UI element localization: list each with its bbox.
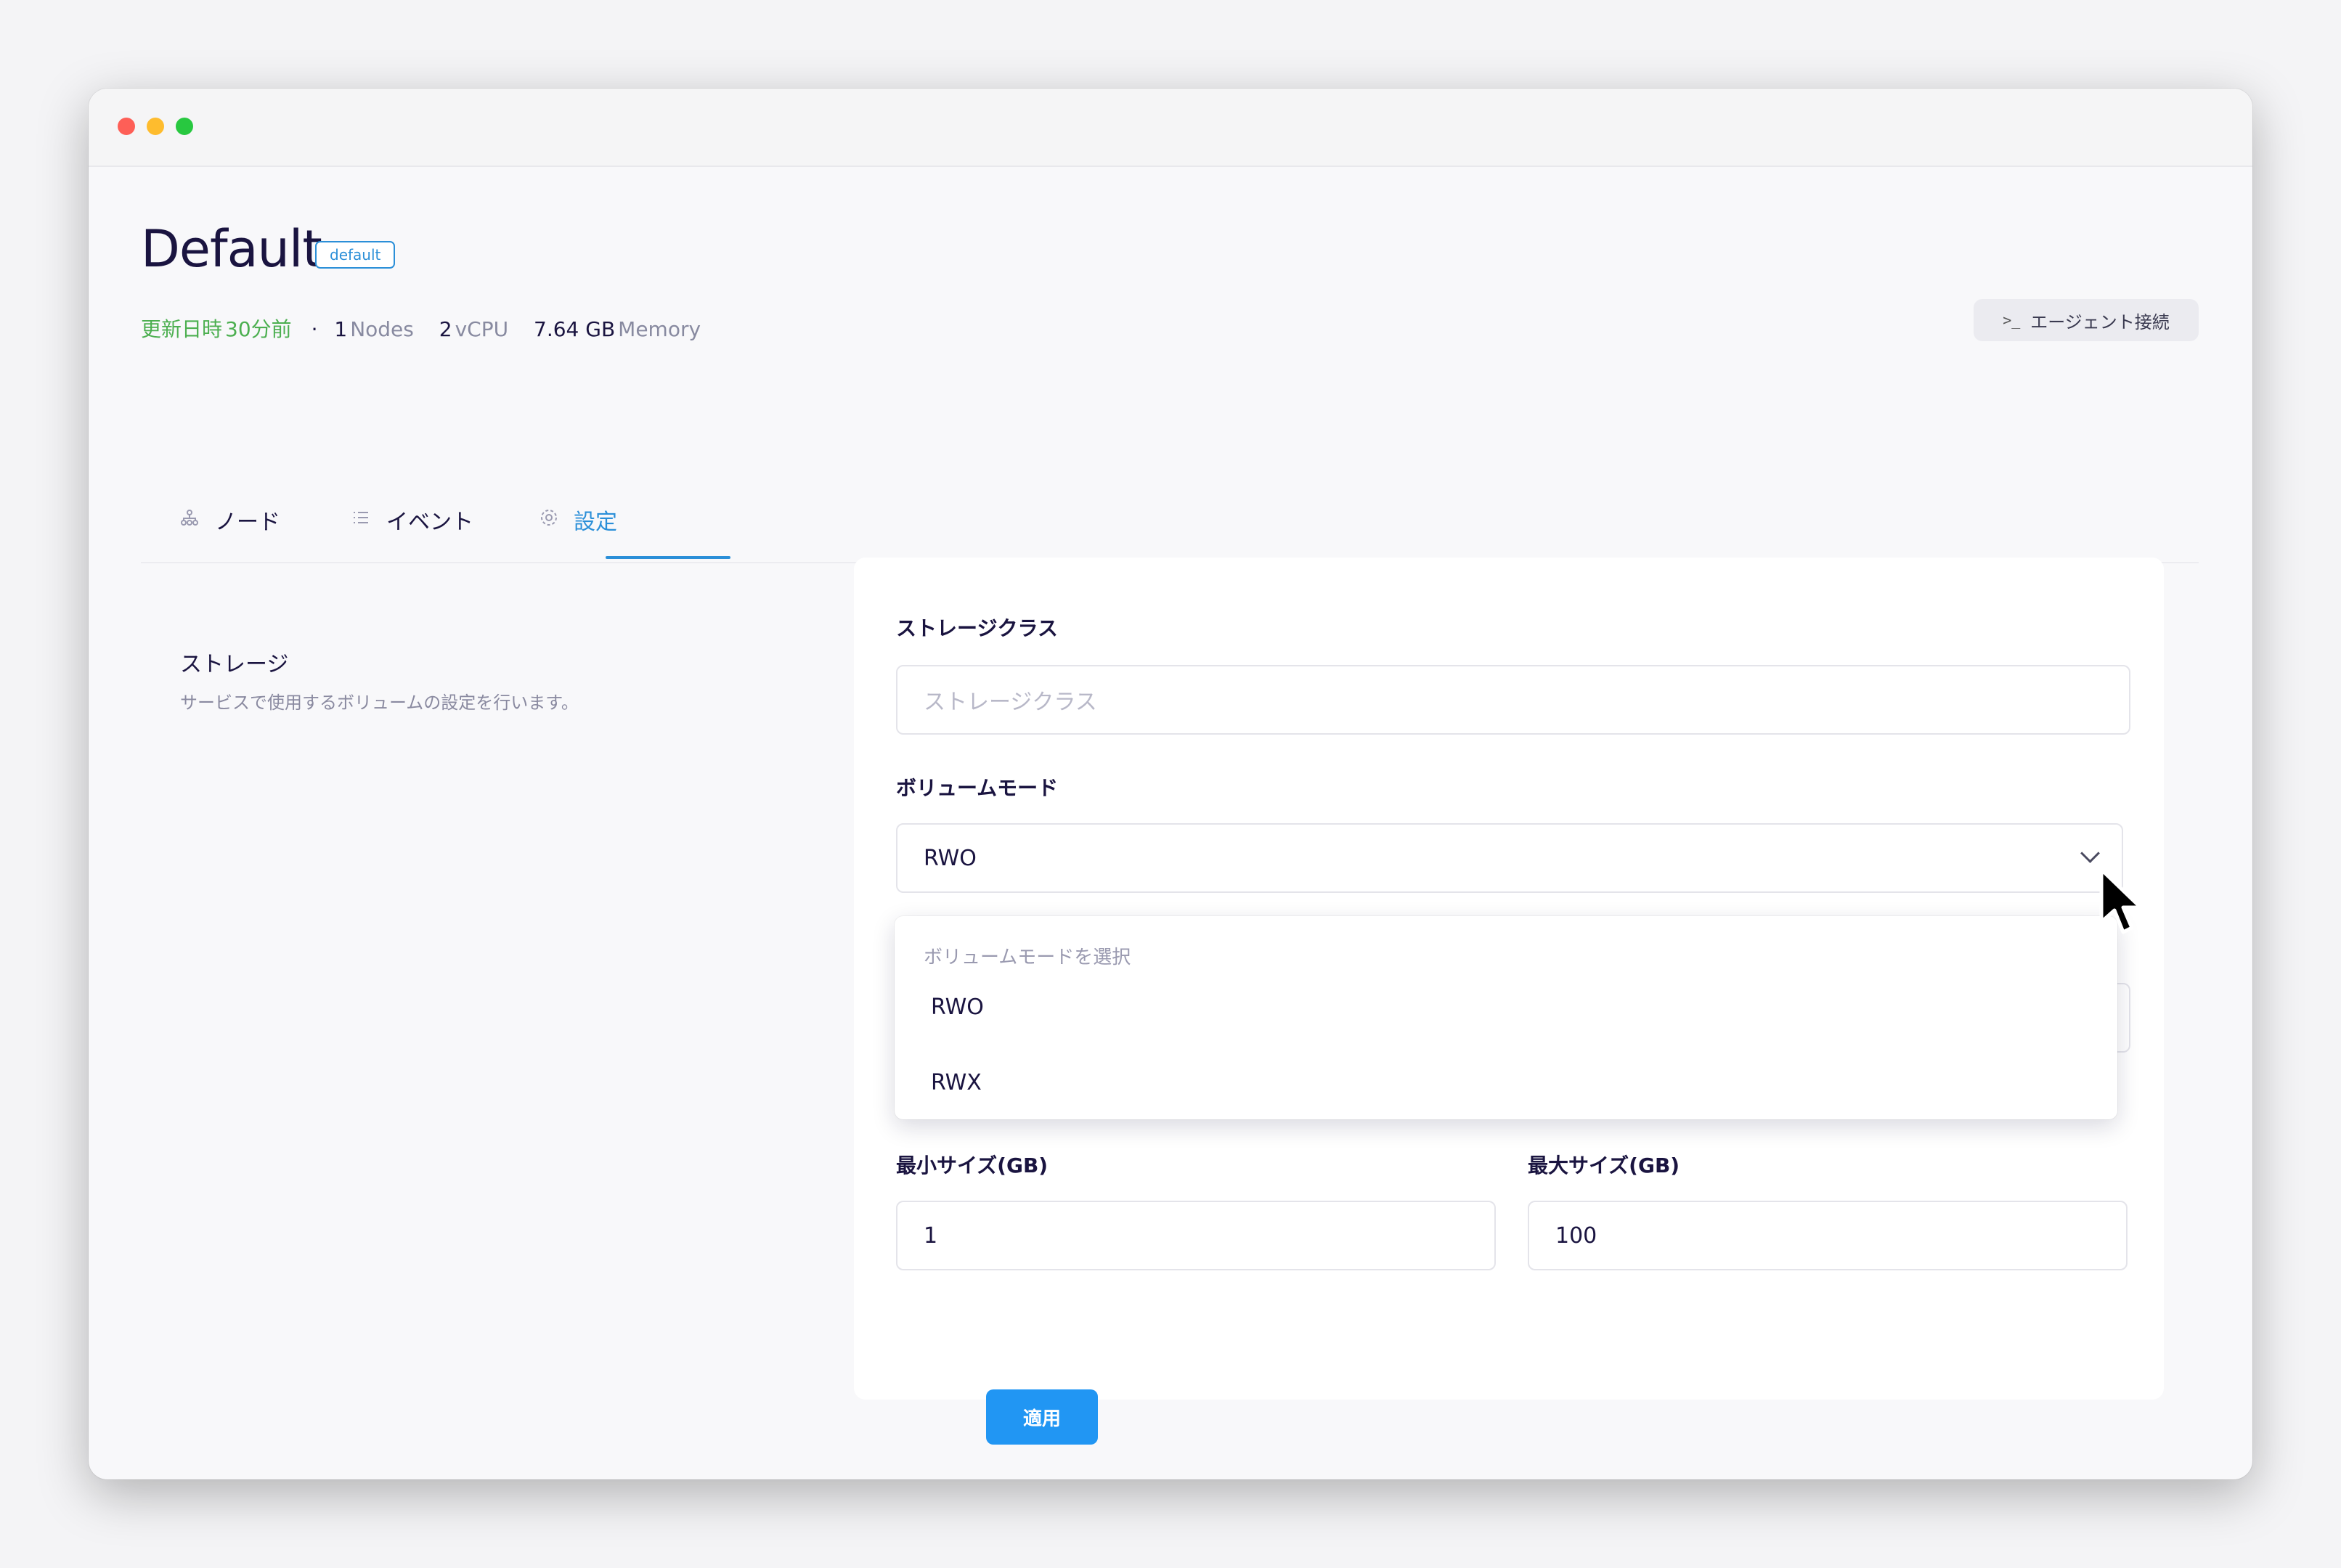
storage-section-description: サービスで使用するボリュームの設定を行います。 [180,693,579,713]
volume-mode-dropdown: ボリュームモードを選択 RWO RWX [895,916,2117,1119]
tab-events-label: イベント [386,510,473,535]
namespace-badge: default [315,241,396,269]
memory-label: Memory [618,317,701,341]
gear-icon [539,507,558,532]
updated-label: 更新日時 [141,317,223,341]
min-size-input[interactable]: 1 [896,1201,1496,1270]
dropdown-header: ボリュームモードを選択 [924,947,1131,968]
active-tab-indicator [606,556,730,559]
agent-connect-button[interactable]: >_ エージェント接続 [1974,299,2199,341]
volume-mode-selected: RWO [924,845,977,871]
tab-settings[interactable]: 設定 [513,481,636,559]
app-window: Default default 更新日時 30分前 · 1 Nodes 2 vCPU … [89,89,2252,1479]
storage-section-title: ストレージ [180,652,289,677]
volume-mode-label: ボリュームモード [896,776,1059,800]
max-size-label: 最大サイズ(GB) [1528,1153,1680,1177]
title-bar [89,89,2252,167]
dropdown-option-rwo[interactable]: RWO [931,995,984,1020]
vcpu-label: vCPU [455,317,509,341]
nodes-icon [180,508,199,531]
agent-connect-label: エージェント接続 [2030,311,2170,332]
terminal-icon: >_ [2003,311,2021,329]
storage-class-label: ストレージクラス [896,616,1058,640]
dropdown-option-rwx[interactable]: RWX [931,1070,982,1095]
close-window-button[interactable] [118,118,135,135]
tab-nodes[interactable]: ノード [180,481,280,559]
chevron-down-icon [2080,844,2100,863]
tab-nodes-label: ノード [215,510,280,535]
mouse-cursor-icon [2099,867,2143,934]
meta-separator: · [311,317,318,341]
apply-button[interactable]: 適用 [986,1389,1098,1445]
nodes-count: 1 [334,317,348,341]
updated-value: 30分前 [225,317,292,341]
tab-settings-label: 設定 [574,510,617,535]
zoom-window-button[interactable] [176,118,193,135]
nodes-label: Nodes [350,317,414,341]
tab-events[interactable]: イベント [351,481,473,559]
list-icon [351,508,370,531]
volume-mode-select[interactable]: RWO [896,823,2123,893]
page-title: Default [141,219,322,279]
storage-class-input[interactable]: ストレージクラス [896,665,2130,735]
memory-value: 7.64 GB [534,317,616,341]
min-size-label: 最小サイズ(GB) [896,1153,1049,1177]
vcpu-count: 2 [439,317,452,341]
tab-bar: ノード イベント 設定 [141,481,2199,563]
cluster-meta: 更新日時 30分前 · 1 Nodes 2 vCPU 7.64 GB Memory [141,314,704,343]
max-size-input[interactable]: 100 [1528,1201,2128,1270]
minimize-window-button[interactable] [147,118,164,135]
